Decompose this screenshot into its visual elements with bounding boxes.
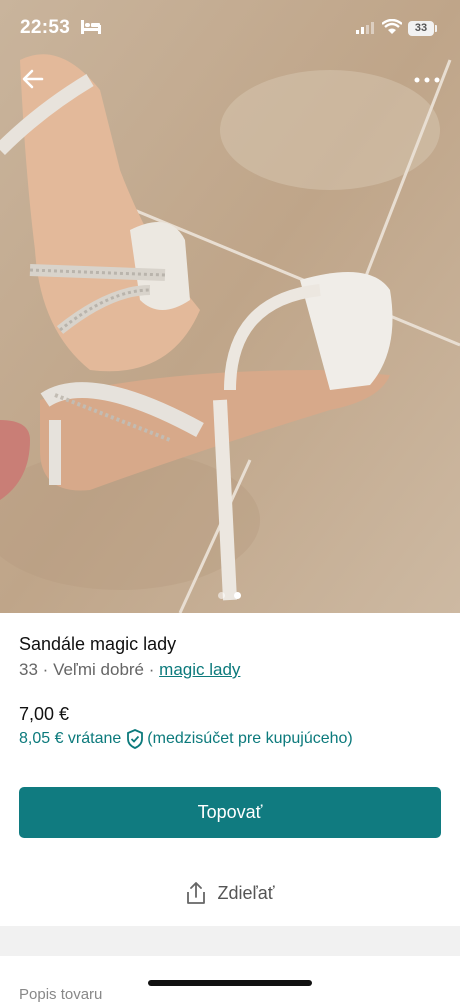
buyer-price-info[interactable]: 8,05 € vrátane (medzisúčet pre kupujúceh… [19, 729, 353, 749]
product-meta: 33 · Veľmi dobré · magic lady [19, 660, 240, 680]
share-label: Zdieľať [217, 882, 275, 903]
arrow-left-icon [22, 69, 44, 89]
share-button[interactable]: Zdieľať [0, 872, 460, 914]
gallery-dot-active[interactable] [234, 592, 242, 599]
buyer-price: 8,05 € vrátane [19, 730, 122, 747]
wifi-icon [382, 19, 402, 34]
more-dots-icon [414, 77, 440, 83]
shield-check-icon [127, 729, 144, 749]
product-price: 7,00 € [19, 704, 70, 724]
product-size: 33 [19, 660, 38, 679]
section-divider [0, 926, 460, 956]
sleep-mode-icon [81, 20, 101, 34]
back-button[interactable] [18, 64, 48, 94]
description-heading: Popis tovaru [19, 986, 103, 1003]
more-options-button[interactable] [410, 70, 444, 90]
product-condition: Veľmi dobré [53, 660, 145, 679]
status-time: 22:53 [20, 17, 71, 38]
battery-indicator: 33 [408, 21, 434, 36]
gallery-dot[interactable] [218, 592, 225, 599]
product-brand-link[interactable]: magic lady [159, 660, 240, 679]
product-title: Sandále magic lady [19, 634, 177, 654]
status-bar: 22:53 33 [0, 0, 460, 58]
bump-button[interactable]: Topovať [19, 787, 441, 838]
signal-icon [356, 22, 374, 34]
product-photo[interactable] [0, 0, 460, 613]
battery-tip [435, 25, 437, 32]
share-icon [187, 882, 206, 904]
meta-separator: · [148, 660, 155, 679]
meta-separator: · [42, 660, 49, 679]
gallery-pagination [218, 586, 246, 604]
buyer-price-note: (medzisúčet pre kupujúceho) [147, 730, 353, 747]
home-indicator[interactable] [148, 980, 312, 986]
